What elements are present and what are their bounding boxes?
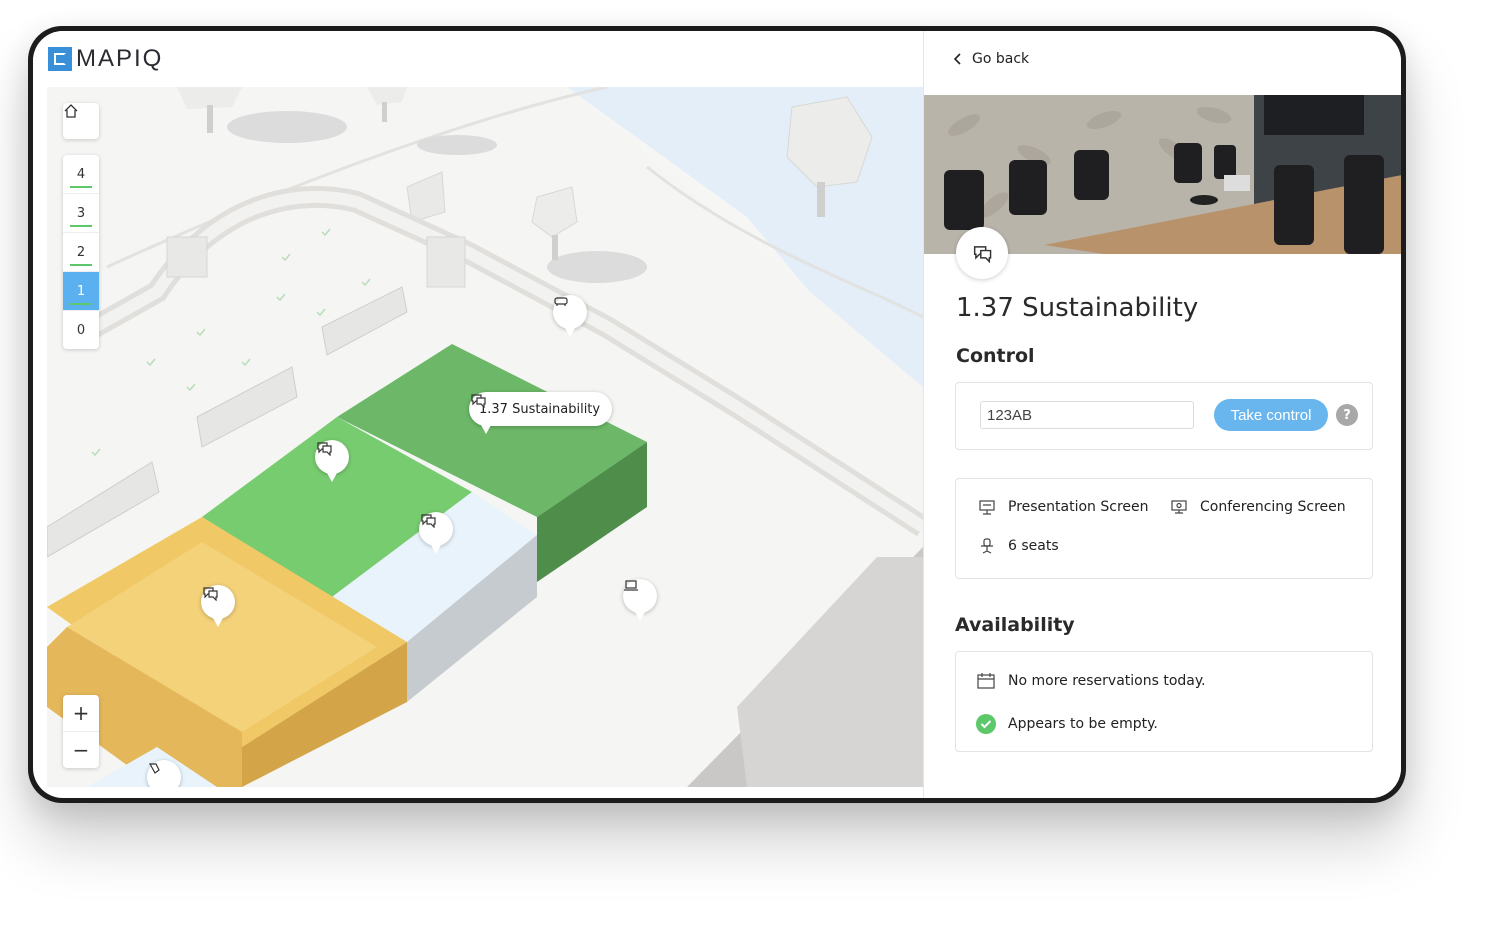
chevron-left-icon bbox=[954, 53, 961, 65]
features-card: Presentation Screen Conferencing Screen … bbox=[955, 478, 1373, 579]
floor-indicator bbox=[70, 303, 92, 305]
meeting-room-pin[interactable] bbox=[315, 440, 349, 482]
reservation-status: No more reservations today. bbox=[976, 672, 1206, 690]
feature-conferencing: Conferencing Screen bbox=[1170, 499, 1346, 515]
availability-heading: Availability bbox=[955, 614, 1075, 636]
meeting-room-pin[interactable] bbox=[201, 585, 235, 627]
floor-3-button[interactable]: 3 bbox=[63, 194, 99, 233]
floor-indicator bbox=[70, 264, 92, 266]
feature-presentation: Presentation Screen bbox=[978, 499, 1149, 515]
logo[interactable]: MAPIQ bbox=[48, 45, 163, 73]
brand-name: MAPIQ bbox=[76, 45, 164, 72]
feature-seats: 6 seats bbox=[978, 537, 1059, 555]
floor-label: 4 bbox=[76, 166, 86, 182]
feature-label: 6 seats bbox=[1008, 538, 1059, 554]
meeting-room-icon bbox=[203, 587, 218, 601]
control-heading: Control bbox=[956, 345, 1035, 367]
top-bar: MAPIQ bbox=[33, 31, 923, 87]
take-control-button[interactable]: Take control bbox=[1214, 399, 1328, 431]
help-icon[interactable]: ? bbox=[1336, 404, 1358, 426]
room-title: 1.37 Sustainability bbox=[956, 293, 1199, 323]
feature-label: Presentation Screen bbox=[1008, 499, 1149, 515]
sofa-pin[interactable] bbox=[553, 295, 587, 337]
floor-indicator bbox=[70, 186, 92, 188]
presentation-screen-icon bbox=[979, 500, 995, 515]
meeting-room-icon bbox=[317, 442, 332, 456]
floor-label: 0 bbox=[76, 322, 86, 338]
room-type-badge bbox=[956, 227, 1008, 279]
control-card: Take control ? bbox=[955, 382, 1373, 450]
chair-icon bbox=[981, 538, 993, 554]
feature-label: Conferencing Screen bbox=[1200, 499, 1346, 515]
laptop-icon bbox=[624, 580, 638, 591]
room-detail-panel: Go back 1.37 Sustainability Control 123A… bbox=[923, 31, 1401, 798]
floor-1-button[interactable]: 1 bbox=[63, 272, 99, 311]
selected-room-pin[interactable]: 1.37 Sustainability bbox=[469, 392, 613, 434]
floor-0-button[interactable]: 0 bbox=[63, 311, 99, 349]
facility-pin[interactable] bbox=[147, 760, 181, 787]
control-code-input[interactable] bbox=[980, 401, 1194, 429]
meeting-room-icon bbox=[471, 394, 486, 408]
meeting-room-pin[interactable] bbox=[419, 512, 453, 554]
occupancy-status: Appears to be empty. bbox=[976, 714, 1158, 734]
meeting-room-icon bbox=[421, 514, 436, 528]
floor-indicator bbox=[70, 225, 92, 227]
workspace-pin[interactable] bbox=[623, 579, 657, 621]
reservation-text: No more reservations today. bbox=[1008, 673, 1206, 689]
device-frame: MAPIQ 4 3 2 1 0 + − 1.37 Sustainability … bbox=[28, 26, 1406, 803]
check-circle-icon bbox=[976, 714, 996, 734]
floor-selector: 4 3 2 1 0 bbox=[63, 155, 99, 349]
go-back-label: Go back bbox=[972, 51, 1030, 67]
go-back-button[interactable]: Go back bbox=[954, 51, 1029, 67]
zoom-controls: + − bbox=[63, 695, 99, 768]
floor-label: 1 bbox=[76, 283, 86, 299]
selected-room-label: 1.37 Sustainability bbox=[479, 401, 601, 417]
floor-map[interactable]: 4 3 2 1 0 + − 1.37 Sustainability bbox=[47, 87, 923, 787]
zoom-out-button[interactable]: − bbox=[63, 732, 99, 768]
calendar-icon bbox=[977, 673, 995, 689]
home-icon bbox=[64, 104, 78, 118]
app-screen: MAPIQ 4 3 2 1 0 + − 1.37 Sustainability … bbox=[33, 31, 1401, 798]
map-3d-render bbox=[47, 87, 923, 787]
zoom-in-button[interactable]: + bbox=[63, 695, 99, 732]
mapiq-logo-icon bbox=[48, 47, 72, 71]
floor-4-button[interactable]: 4 bbox=[63, 155, 99, 194]
facility-icon bbox=[148, 763, 160, 774]
meeting-room-icon bbox=[973, 246, 992, 263]
conferencing-screen-icon bbox=[1171, 500, 1187, 514]
occupancy-text: Appears to be empty. bbox=[1008, 716, 1158, 732]
floor-label: 2 bbox=[76, 244, 86, 260]
floor-2-button[interactable]: 2 bbox=[63, 233, 99, 272]
home-button[interactable] bbox=[63, 103, 99, 139]
sofa-icon bbox=[554, 297, 568, 306]
floor-label: 3 bbox=[76, 205, 86, 221]
availability-card: No more reservations today. Appears to b… bbox=[955, 651, 1373, 752]
